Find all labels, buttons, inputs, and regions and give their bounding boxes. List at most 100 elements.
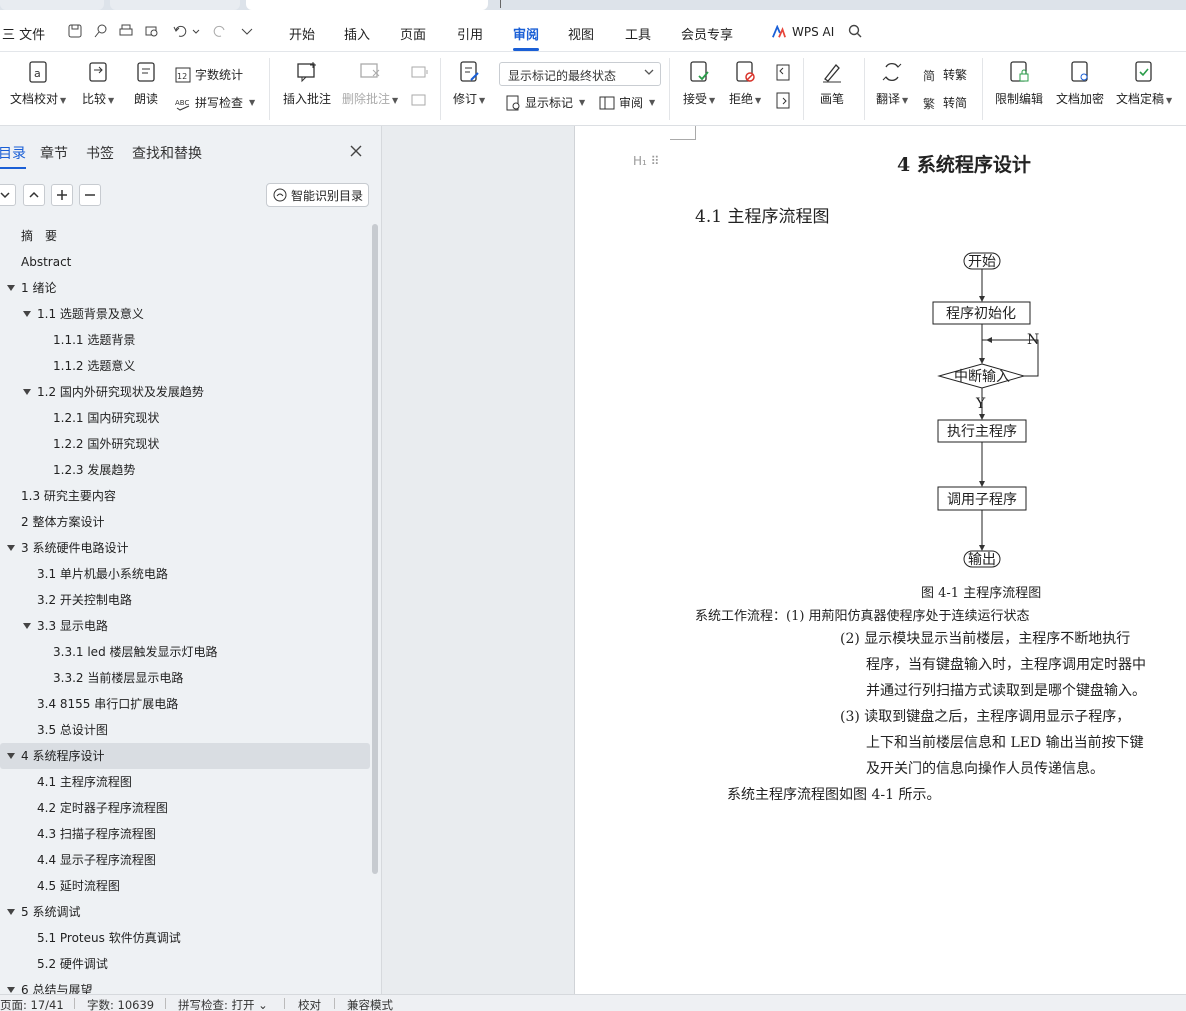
insert-comment-button[interactable]: 插入批注	[283, 60, 331, 107]
toc-item[interactable]: 3.3.2 当前楼层显示电路	[0, 665, 370, 691]
proof-indicator[interactable]: 校对	[298, 997, 321, 1011]
tab-current-doc[interactable]	[246, 0, 488, 10]
revise-button[interactable]: 修订 ▼	[453, 60, 485, 107]
toc-item[interactable]: 1.2.3 发展趋势	[0, 457, 370, 483]
word-count-button[interactable]: 12 字数统计	[175, 66, 243, 83]
close-icon[interactable]	[349, 144, 363, 158]
print-preview-icon[interactable]	[145, 24, 159, 38]
reject-button[interactable]: 拒绝 ▼	[729, 60, 761, 107]
tab-page[interactable]: 页面	[400, 24, 426, 43]
toc-item[interactable]: 1.2.2 国外研究现状	[0, 431, 370, 457]
toc-item[interactable]: 1.2 国内外研究现状及发展趋势	[0, 379, 370, 405]
previous-comment-icon[interactable]	[411, 64, 429, 82]
remove-heading-button[interactable]	[79, 184, 101, 206]
spell-check-indicator[interactable]: 拼写检查: 打开 ⌄	[178, 997, 268, 1011]
toc-item[interactable]: 5.1 Proteus 软件仿真调试	[0, 925, 370, 951]
markup-state-select[interactable]: 显示标记的最终状态	[499, 62, 661, 86]
next-comment-icon[interactable]	[411, 92, 429, 110]
to-traditional-button[interactable]: 简 转繁	[923, 66, 967, 83]
doc-check-button[interactable]: a 文档校对 ▼	[10, 60, 66, 107]
toc-item[interactable]: 1.1.2 选题意义	[0, 353, 370, 379]
accept-button[interactable]: 接受 ▼	[683, 60, 715, 107]
tab-wps-office[interactable]	[0, 0, 104, 10]
nav-tab-chapters[interactable]: 章节	[40, 143, 68, 163]
toc-item[interactable]: 5 系统调试	[0, 899, 370, 925]
quick-access-more-icon[interactable]	[240, 24, 254, 38]
word-count-indicator[interactable]: 字数: 10639	[87, 997, 154, 1011]
tab-references[interactable]: 引用	[457, 24, 483, 43]
tab-view[interactable]: 视图	[568, 24, 594, 43]
next-change-icon[interactable]	[774, 92, 792, 110]
expand-triangle-icon[interactable]	[7, 285, 15, 291]
toc-item[interactable]: 1.3 研究主要内容	[0, 483, 370, 509]
show-markup-button[interactable]: 显示标记 ▼	[505, 94, 585, 111]
toc-item[interactable]: 3.3 显示电路	[0, 613, 370, 639]
page-indicator[interactable]: 页面: 17/41	[0, 997, 64, 1011]
toc-item[interactable]: 1.2.1 国内研究现状	[0, 405, 370, 431]
toc-item[interactable]: 1 绪论	[0, 275, 370, 301]
save-icon[interactable]	[68, 24, 82, 38]
document-page[interactable]: H₁ ⠿ 4 系统程序设计 4.1 主程序流程图 开始 程序初始化 N 中断输入…	[574, 126, 1186, 994]
tab-insert[interactable]: 插入	[344, 24, 370, 43]
file-menu[interactable]: 三 文件	[2, 24, 45, 43]
add-heading-button[interactable]	[51, 184, 73, 206]
toc-item[interactable]: 摘 要	[0, 223, 370, 249]
encrypt-button[interactable]: 文档加密	[1056, 60, 1104, 107]
expand-triangle-icon[interactable]	[7, 987, 15, 993]
expand-triangle-icon[interactable]	[23, 389, 31, 395]
toc-item[interactable]: 3.5 总设计图	[0, 717, 370, 743]
tab-template-doc[interactable]	[110, 0, 240, 10]
restrict-edit-button[interactable]: 限制编辑	[995, 60, 1043, 107]
toc-item[interactable]: 4.5 延时流程图	[0, 873, 370, 899]
to-simplified-button[interactable]: 繁 转简	[923, 94, 967, 111]
format-painter-icon[interactable]	[94, 24, 108, 38]
expand-triangle-icon[interactable]	[23, 623, 31, 629]
toc-item[interactable]: Abstract	[0, 249, 370, 275]
pen-button[interactable]: 画笔	[820, 60, 844, 107]
move-up-button[interactable]	[23, 184, 45, 206]
toc-item[interactable]: 4 系统程序设计	[0, 743, 370, 769]
toc-item[interactable]: 4.3 扫描子程序流程图	[0, 821, 370, 847]
expand-triangle-icon[interactable]	[7, 545, 15, 551]
review-pane-button[interactable]: 审阅 ▼	[599, 94, 655, 111]
previous-change-icon[interactable]	[774, 64, 792, 82]
tab-member[interactable]: 会员专享	[681, 24, 733, 43]
tab-review[interactable]: 审阅	[513, 24, 540, 51]
compare-button[interactable]: 比较 ▼	[82, 60, 114, 107]
redo-icon[interactable]	[213, 24, 227, 38]
expand-triangle-icon[interactable]	[7, 909, 15, 915]
toc-item[interactable]: 3.3.1 led 楼层触发显示灯电路	[0, 639, 370, 665]
undo-dropdown-icon[interactable]	[192, 24, 200, 38]
nav-tab-find-replace[interactable]: 查找和替换	[132, 143, 202, 163]
expand-all-button[interactable]	[0, 184, 16, 206]
toc-item[interactable]: 4.4 显示子程序流程图	[0, 847, 370, 873]
read-aloud-button[interactable]: 朗读	[134, 60, 158, 107]
expand-triangle-icon[interactable]	[23, 311, 31, 317]
toc-item[interactable]: 5.2 硬件调试	[0, 951, 370, 977]
tab-tools[interactable]: 工具	[625, 24, 651, 43]
tab-home[interactable]: 开始	[289, 24, 315, 43]
smart-toc-button[interactable]: 智能识别目录	[266, 183, 369, 207]
toc-item[interactable]: 4.1 主程序流程图	[0, 769, 370, 795]
spell-check-button[interactable]: ABC 拼写检查 ▼	[175, 94, 255, 111]
toc-item[interactable]: 4.2 定时器子程序流程图	[0, 795, 370, 821]
expand-triangle-icon[interactable]	[7, 753, 15, 759]
print-icon[interactable]	[119, 24, 133, 38]
wps-ai-button[interactable]: WPS AI	[792, 25, 834, 39]
translate-button[interactable]: 翻译 ▼	[876, 60, 908, 107]
toc-item[interactable]: 3.4 8155 串行口扩展电路	[0, 691, 370, 717]
toc-item[interactable]: 3 系统硬件电路设计	[0, 535, 370, 561]
undo-icon[interactable]	[173, 24, 187, 38]
toc-item[interactable]: 1.1.1 选题背景	[0, 327, 370, 353]
nav-tab-toc[interactable]: 目录	[0, 143, 26, 169]
toc-item[interactable]: 3.1 单片机最小系统电路	[0, 561, 370, 587]
toc-scrollbar[interactable]	[372, 224, 378, 874]
search-icon[interactable]	[848, 24, 862, 38]
nav-tab-bookmarks[interactable]: 书签	[86, 143, 114, 163]
delete-comment-button[interactable]: 删除批注 ▼	[342, 60, 398, 107]
toc-item[interactable]: 3.2 开关控制电路	[0, 587, 370, 613]
new-tab-icon[interactable]	[500, 0, 508, 8]
toc-item[interactable]: 2 整体方案设计	[0, 509, 370, 535]
finalize-button[interactable]: 文档定稿 ▼	[1116, 60, 1172, 107]
toc-item[interactable]: 1.1 选题背景及意义	[0, 301, 370, 327]
